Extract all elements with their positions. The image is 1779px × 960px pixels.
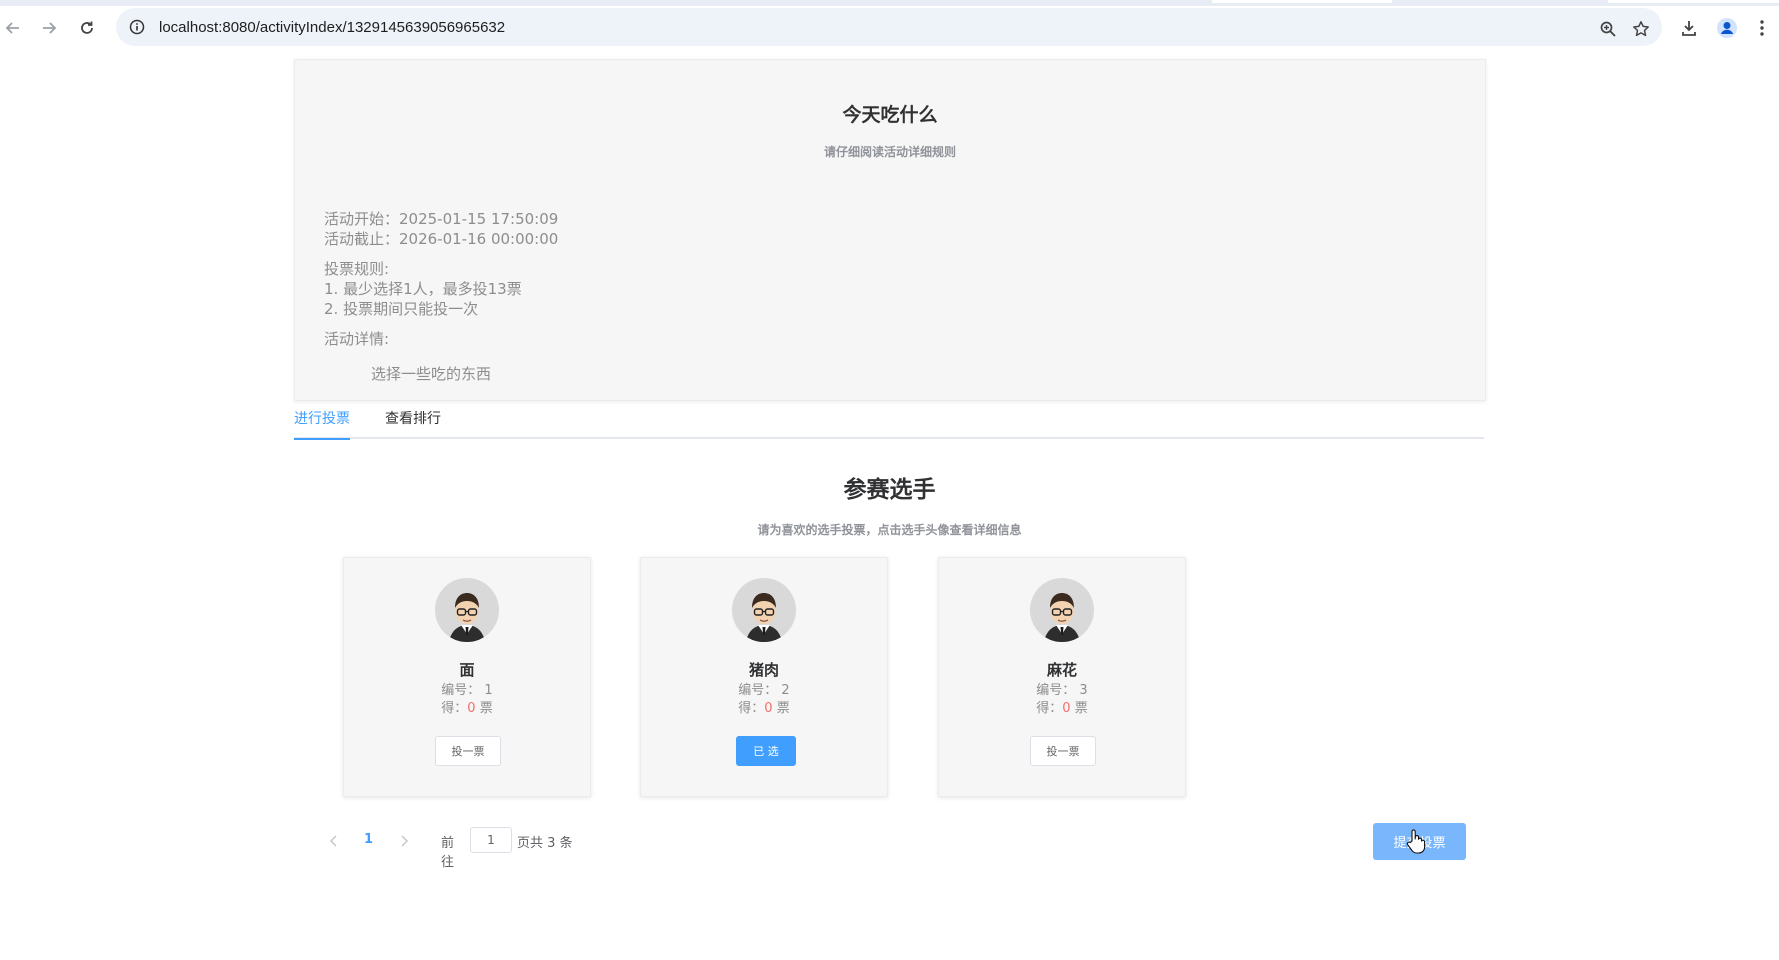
person-avatar-icon: [1044, 593, 1080, 642]
chevron-left-icon: [330, 835, 337, 847]
vote-button[interactable]: 投一票: [1030, 736, 1096, 766]
activity-info-panel: 今天吃什么 请仔细阅读活动详细规则 活动开始：2025-01-15 17:50:…: [294, 59, 1486, 401]
rule-item: 2. 投票期间只能投一次: [324, 300, 479, 318]
tab-strip-highlight: [1212, 0, 1392, 3]
submit-vote-button[interactable]: 提交投票: [1373, 823, 1466, 860]
star-icon: [1633, 21, 1649, 37]
tab-vote[interactable]: 进行投票: [294, 408, 350, 440]
votes-prefix: 得：: [441, 701, 468, 716]
menu-button[interactable]: [1752, 15, 1772, 41]
activity-subtitle: 请仔细阅读活动详细规则: [823, 145, 956, 159]
votes-prefix: 得：: [1036, 701, 1063, 716]
contestant-card: 麻花 编号： 3 得：0 票 投一票: [938, 557, 1186, 797]
votes-suffix: 票: [772, 701, 790, 716]
next-page-button[interactable]: [396, 833, 412, 849]
chevron-right-icon: [401, 835, 408, 847]
contestant-votes: 得：0 票: [641, 697, 887, 716]
contestant-avatar[interactable]: [435, 578, 499, 642]
contestant-card: 猪肉 编号： 2 得：0 票 已 选: [640, 557, 888, 797]
votes-suffix: 票: [475, 701, 493, 716]
address-bar[interactable]: localhost:8080/activityIndex/13291456390…: [116, 8, 1662, 46]
reload-button[interactable]: [74, 15, 100, 41]
activity-end-time: 活动截止：2026-01-16 00:00:00: [324, 230, 559, 248]
zoom-button[interactable]: [1596, 17, 1620, 41]
contestants-title: 参赛选手: [843, 477, 936, 503]
more-vertical-icon: [1760, 20, 1764, 36]
forward-button[interactable]: [36, 15, 62, 41]
goto-label: 前往: [441, 836, 455, 870]
vote-count: 0: [1062, 701, 1071, 716]
vote-count: 0: [764, 701, 773, 716]
person-avatar-icon: [746, 593, 782, 642]
contestant-number: 编号： 1: [441, 683, 493, 698]
rule-item: 1. 最少选择1人，最多投13票: [324, 280, 522, 298]
activity-title: 今天吃什么: [842, 104, 938, 126]
contestant-card: 面 编号： 1 得：0 票 投一票: [343, 557, 591, 797]
vote-count: 0: [467, 701, 476, 716]
tab-strip-highlight: [1608, 0, 1779, 3]
votes-prefix: 得：: [738, 701, 765, 716]
bookmark-button[interactable]: [1629, 17, 1653, 41]
contestant-votes: 得：0 票: [939, 697, 1185, 716]
tab-ranking[interactable]: 查看排行: [385, 408, 441, 428]
votes-suffix: 票: [1070, 701, 1088, 716]
arrow-left-icon: [5, 22, 19, 34]
contestants-subtitle: 请为喜欢的选手投票，点击选手头像查看详细信息: [757, 523, 1022, 537]
url-text[interactable]: localhost:8080/activityIndex/13291456390…: [159, 19, 505, 36]
contestant-avatar[interactable]: [732, 578, 796, 642]
rules-label: 投票规则:: [324, 260, 390, 278]
downloads-button[interactable]: [1676, 15, 1702, 41]
page-number[interactable]: 1: [364, 832, 373, 847]
profile-button[interactable]: [1714, 15, 1740, 41]
avatar-icon: [1717, 18, 1737, 38]
goto-page-input[interactable]: [470, 827, 512, 853]
zoom-icon: [1600, 21, 1616, 37]
details-text: 选择一些吃的东西: [371, 365, 492, 383]
contestant-avatar[interactable]: [1030, 578, 1094, 642]
contestant-number: 编号： 2: [738, 683, 790, 698]
vote-button[interactable]: 投一票: [435, 736, 501, 766]
download-icon: [1682, 21, 1696, 36]
contestant-name: 面: [459, 661, 475, 679]
tab-bar: 进行投票 查看排行: [294, 400, 1484, 440]
details-label: 活动详情:: [324, 330, 390, 348]
selected-button[interactable]: 已 选: [736, 736, 796, 766]
back-button[interactable]: [0, 15, 26, 41]
contestant-number: 编号： 3: [1036, 683, 1088, 698]
contestant-name: 猪肉: [748, 661, 779, 679]
reload-icon: [81, 21, 93, 34]
contestant-name: 麻花: [1046, 661, 1077, 679]
browser-toolbar: localhost:8080/activityIndex/13291456390…: [0, 6, 1779, 50]
info-icon[interactable]: [129, 19, 145, 35]
activity-start-time: 活动开始：2025-01-15 17:50:09: [324, 210, 559, 228]
prev-page-button[interactable]: [326, 833, 342, 849]
person-avatar-icon: [449, 593, 485, 642]
contestant-votes: 得：0 票: [344, 697, 590, 716]
arrow-right-icon: [43, 22, 57, 34]
total-count: 页共 3 条: [517, 836, 573, 851]
